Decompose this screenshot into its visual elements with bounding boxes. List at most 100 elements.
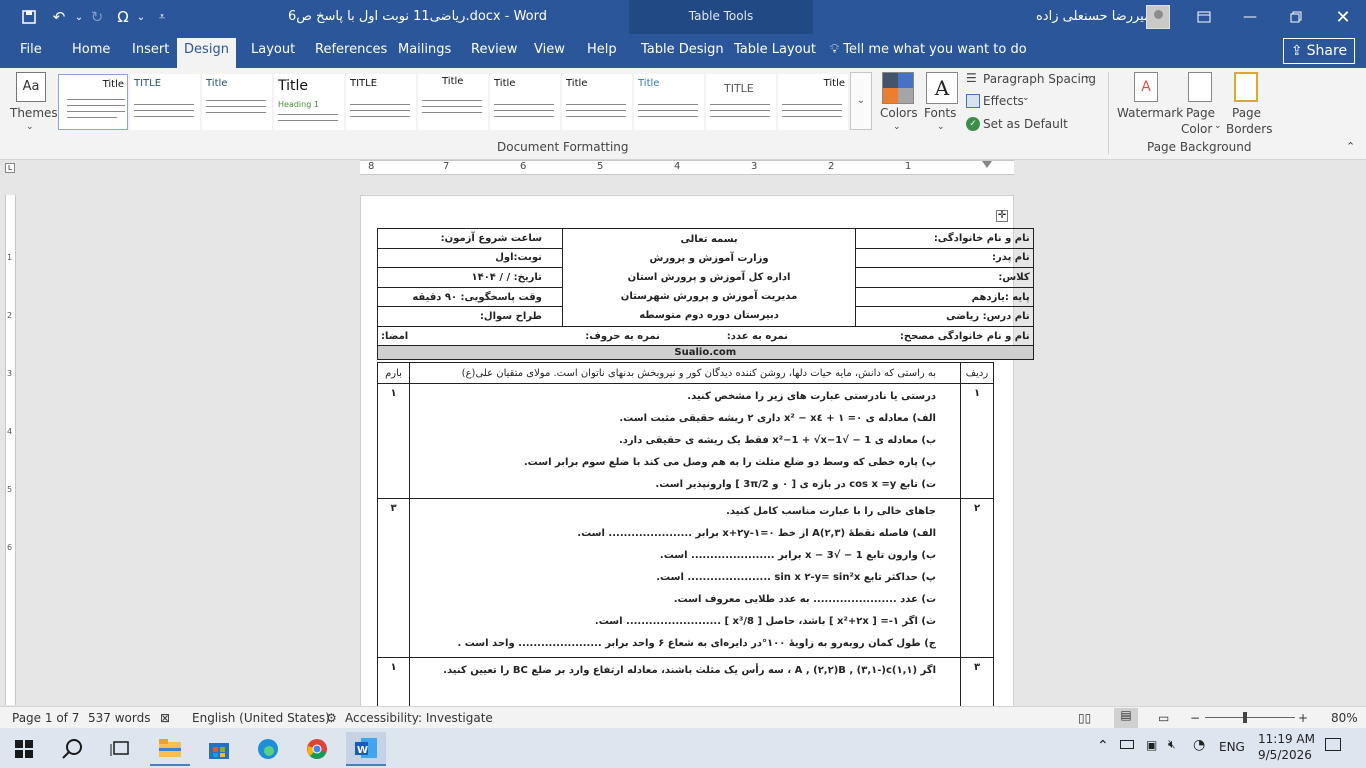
q1-mark[interactable]: ۱ (377, 383, 410, 499)
avatar[interactable] (1146, 5, 1170, 29)
cell-designer[interactable]: طراح سوال: (377, 306, 563, 327)
cell-start-time[interactable]: ساعت شروع آزمون: (377, 228, 563, 249)
q2-number[interactable]: ۲ (960, 498, 994, 658)
notification-icon[interactable] (1325, 738, 1341, 751)
save-icon[interactable] (17, 6, 41, 28)
paragraph-spacing-button[interactable]: ☰ Paragraph Spacing ⌄ (964, 71, 1104, 89)
q1-body[interactable]: درستی یا نادرستی عبارت های زیر را مشخص ک… (409, 383, 961, 499)
cell-duration[interactable]: وقت پاسخگویی: ۹۰ دقیقه (377, 286, 563, 308)
clock-date[interactable]: 9/5/2026 (1258, 748, 1312, 762)
cell-father[interactable]: نام پدر: (855, 247, 1034, 269)
horizontal-ruler[interactable]: 8 7 6 5 4 3 2 1 (360, 160, 1014, 175)
network-icon[interactable]: ◔ (1193, 737, 1205, 753)
tab-references[interactable]: References (315, 42, 387, 57)
input-language[interactable]: ENG (1219, 740, 1245, 754)
zoom-out-icon[interactable]: − (1190, 711, 1200, 725)
indent-marker[interactable] (982, 161, 992, 168)
page-borders-button[interactable]: Page Borders (1224, 70, 1272, 136)
style-set-3[interactable]: Title (202, 74, 272, 130)
search-icon[interactable] (52, 732, 92, 766)
show-hidden-icons[interactable]: ⌃ (1097, 738, 1109, 754)
cell-header-center[interactable]: بسمه تعالی وزارت آموزش و پرورش اداره کل … (561, 228, 857, 327)
tab-mailings[interactable]: Mailings (398, 42, 451, 57)
tab-review[interactable]: Review (471, 42, 517, 57)
user-name[interactable]: امیررضا حسنعلی زاده (1036, 9, 1155, 24)
collapse-ribbon-icon[interactable]: ⌃ (1346, 140, 1355, 153)
q2-mark[interactable]: ۳ (377, 498, 410, 658)
style-set-10[interactable]: TITLE (706, 74, 776, 130)
word-icon[interactable]: W (346, 732, 386, 766)
cell-name[interactable]: نام و نام خانوادگی: (855, 228, 1034, 249)
style-set-7[interactable]: Title (490, 74, 560, 130)
exam-table[interactable]: نام و نام خانوادگی: بسمه تعالی وزارت آمو… (377, 228, 1034, 360)
cell-term[interactable]: نوبت:اول (377, 247, 563, 269)
print-layout-icon[interactable]: ▤ (1114, 708, 1138, 728)
tab-design[interactable]: Design (177, 38, 236, 68)
zoom-slider[interactable] (1205, 712, 1295, 723)
minimize-button[interactable]: — (1227, 0, 1273, 34)
device-icon[interactable]: ▣ (1146, 738, 1157, 752)
restore-button[interactable] (1273, 0, 1319, 34)
tab-home[interactable]: Home (72, 42, 110, 57)
watermark-button[interactable]: A Watermark (1116, 70, 1183, 136)
col-mark-header[interactable]: بارم (377, 362, 410, 384)
tab-selector[interactable]: L (5, 163, 15, 173)
gallery-scroll[interactable]: ⌄ (850, 72, 872, 130)
vertical-ruler[interactable]: 123456 (5, 195, 16, 705)
tab-help[interactable]: Help (587, 42, 617, 57)
edge-icon[interactable] (248, 732, 288, 766)
questions-table[interactable]: ردیف به راستی که دانش، مایه حیات دلها، ر… (377, 362, 994, 706)
proofing-icon[interactable]: ⊠ (160, 711, 170, 725)
close-button[interactable]: ✕ (1320, 0, 1366, 34)
file-explorer-icon[interactable] (150, 732, 190, 766)
zoom-slider-thumb[interactable] (1243, 712, 1247, 723)
col-row-header[interactable]: ردیف (960, 362, 994, 384)
colors-button[interactable]: Colors ⌄ (878, 70, 918, 136)
q3-body[interactable]: اگر (۱,۱)A , (۲,۲)B , (۳,۱-)c ، سه رأس ی… (409, 657, 961, 706)
page-color-button[interactable]: Page Color ⌄ (1180, 70, 1222, 136)
task-view-icon[interactable] (100, 732, 140, 766)
store-icon[interactable] (199, 732, 239, 766)
clock-time[interactable]: 11:19 AM (1258, 732, 1315, 746)
document-page[interactable]: ✛ نام و نام خانوادگی: بسمه تعالی وزارت آ… (360, 195, 1034, 706)
style-set-2[interactable]: TITLE (130, 74, 200, 130)
customize-toolbar-icon[interactable]: ⩡ (150, 6, 174, 28)
redo-icon[interactable]: ↻ (85, 6, 109, 28)
tell-me-search[interactable]: 💡︎ Tell me what you want to do (830, 42, 1027, 57)
q3-number[interactable]: ۳ (960, 657, 994, 706)
style-set-9[interactable]: Title (634, 74, 704, 130)
read-mode-icon[interactable]: ▯▯ (1078, 711, 1091, 725)
table-move-handle[interactable]: ✛ (996, 210, 1008, 222)
effects-button[interactable]: Effects ⌄ (964, 93, 1044, 111)
style-set-5[interactable]: TITLE (346, 74, 416, 130)
cell-course[interactable]: نام درس: ریاضی (855, 306, 1034, 327)
tab-layout[interactable]: Layout (251, 42, 295, 57)
chrome-icon[interactable] (297, 732, 337, 766)
zoom-in-icon[interactable]: + (1298, 711, 1308, 725)
tab-view[interactable]: View (534, 42, 565, 57)
style-set-4[interactable]: Title Heading 1 (274, 74, 344, 130)
share-button[interactable]: ⇪ Share (1283, 38, 1355, 64)
accessibility-status[interactable]: Accessibility: Investigate (345, 711, 493, 725)
language[interactable]: English (United States) (192, 711, 330, 725)
accessibility-icon[interactable]: ⚙ (326, 711, 337, 725)
cell-grade[interactable]: پایه :یازدهم (855, 286, 1034, 308)
fonts-button[interactable]: A Fonts ⌄ (922, 70, 962, 136)
word-count[interactable]: 537 words (88, 711, 150, 725)
web-layout-icon[interactable]: ▭ (1158, 711, 1169, 725)
ribbon-display-icon[interactable] (1181, 0, 1227, 34)
tab-insert[interactable]: Insert (132, 42, 169, 57)
battery-icon[interactable] (1120, 740, 1134, 749)
windows-start-icon[interactable] (4, 732, 44, 766)
cell-class[interactable]: کلاس: (855, 267, 1034, 288)
style-set-11[interactable]: Title (778, 74, 848, 130)
tab-table-layout[interactable]: Table Layout (734, 42, 816, 57)
tab-table-design[interactable]: Table Design (641, 42, 724, 57)
style-set-6[interactable]: Title (418, 74, 488, 130)
style-set-1[interactable]: Title (58, 74, 128, 130)
volume-muted-icon[interactable]: 🔇︎ (1168, 737, 1176, 752)
page-count[interactable]: Page 1 of 7 (12, 711, 79, 725)
cell-date[interactable]: تاریخ: / / ۱۴۰۴ (377, 267, 563, 288)
tab-file[interactable]: File (20, 42, 42, 57)
motto[interactable]: به راستی که دانش، مایه حیات دلها، روشن ک… (409, 362, 961, 384)
